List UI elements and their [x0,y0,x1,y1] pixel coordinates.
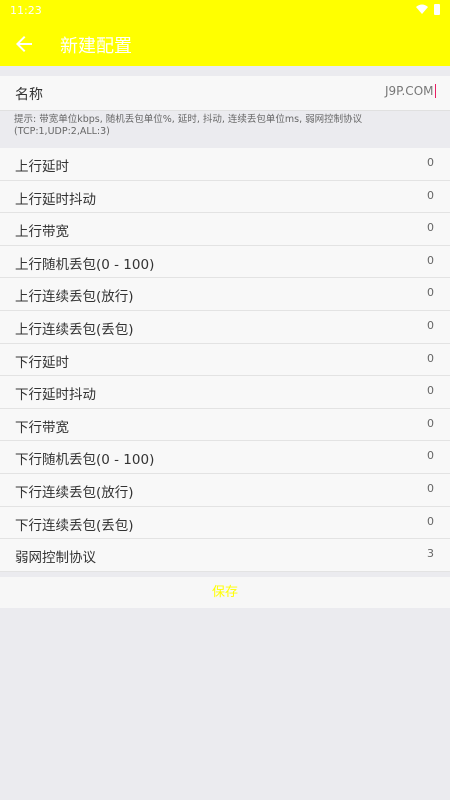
config-list: 上行延时 0 上行延时抖动 0 上行带宽 0 上行随机丢包(0 - 100) 0… [0,148,450,572]
field-label: 下行随机丢包(0 - 100) [15,452,155,469]
field-value[interactable]: 0 [427,515,434,528]
field-row[interactable]: 上行带宽 0 [0,213,450,246]
field-row[interactable]: 上行连续丢包(放行) 0 [0,278,450,311]
field-label: 下行延时 [15,354,69,371]
field-label: 下行带宽 [15,419,69,436]
status-icons [416,3,440,15]
field-label: 下行连续丢包(放行) [15,484,134,501]
battery-icon [434,3,440,15]
field-label: 上行延时抖动 [15,191,96,208]
field-row[interactable]: 上行随机丢包(0 - 100) 0 [0,245,450,279]
status-bar: 11:23 [0,0,450,22]
field-value[interactable]: 0 [427,254,434,267]
field-row[interactable]: 弱网控制协议 3 [0,539,450,572]
save-button-label: 保存 [211,585,238,600]
name-input-value: J9P.COM [384,84,434,98]
field-value[interactable]: 0 [427,482,434,495]
back-arrow-icon[interactable] [12,32,36,56]
field-label: 上行连续丢包(丢包) [15,321,134,338]
field-row[interactable]: 下行带宽 0 [0,408,450,442]
field-value[interactable]: 0 [427,156,434,169]
field-label: 弱网控制协议 [15,550,96,567]
field-value[interactable]: 0 [427,417,434,430]
field-row[interactable]: 上行延时 0 [0,148,450,181]
field-label: 上行随机丢包(0 - 100) [15,256,155,273]
field-row[interactable]: 下行延时 0 [0,343,450,377]
field-label: 下行连续丢包(丢包) [15,517,134,534]
wifi-icon [416,4,428,14]
field-label: 上行带宽 [15,224,69,241]
field-value[interactable]: 0 [427,221,434,234]
field-value[interactable]: 0 [427,352,434,365]
field-label: 上行延时 [15,159,69,175]
field-value[interactable]: 0 [427,286,434,299]
field-row[interactable]: 上行连续丢包(丢包) 0 [0,310,450,344]
text-cursor [434,84,436,98]
page-title: 新建配置 [60,36,132,57]
field-value[interactable]: 3 [427,547,434,560]
status-time: 11:23 [10,4,42,17]
field-row[interactable]: 下行延时抖动 0 [0,376,450,409]
name-field-label: 名称 [15,87,43,103]
field-value[interactable]: 0 [427,189,434,202]
field-label: 下行延时抖动 [15,387,96,404]
name-field-row[interactable]: 名称 J9P.COM [0,76,450,111]
field-value[interactable]: 0 [427,319,434,332]
field-value[interactable]: 0 [427,384,434,397]
field-row[interactable]: 下行随机丢包(0 - 100) 0 [0,441,450,474]
field-value[interactable]: 0 [427,449,434,462]
hint-text: 提示: 带宽单位kbps, 随机丢包单位%, 延时, 抖动, 连续丢包单位ms,… [14,114,363,137]
field-row[interactable]: 下行连续丢包(丢包) 0 [0,506,450,540]
field-row[interactable]: 上行延时抖动 0 [0,180,450,214]
name-input[interactable]: J9P.COM [385,84,436,98]
save-button[interactable]: 保存 [0,577,450,608]
app-bar: 新建配置 [0,22,450,66]
field-label: 上行连续丢包(放行) [15,289,134,306]
field-row[interactable]: 下行连续丢包(放行) 0 [0,473,450,507]
